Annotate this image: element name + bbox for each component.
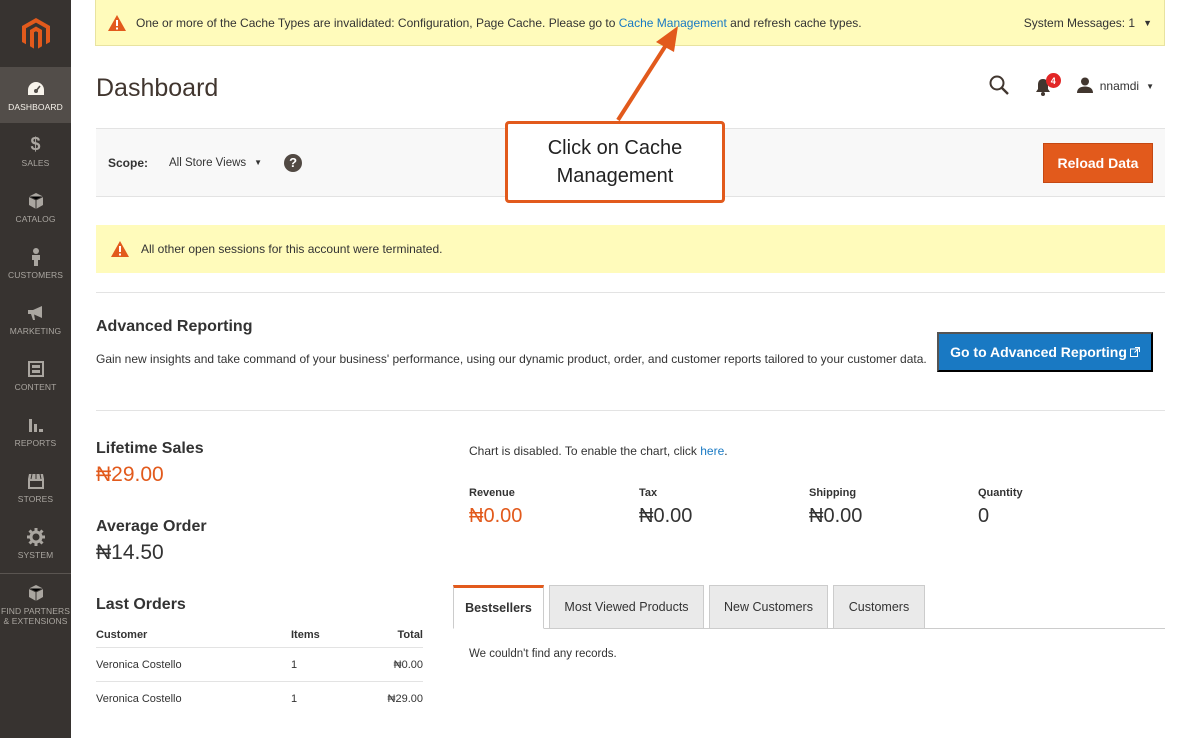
- bar-chart-icon: [28, 415, 44, 435]
- box-icon: [28, 191, 44, 211]
- user-menu[interactable]: nnamdi ▼: [1076, 77, 1154, 96]
- callout-line-1: Click on Cache: [547, 137, 683, 159]
- sidebar-item-label: Reports: [14, 437, 57, 448]
- metric-quantity: Quantity 0: [978, 487, 1023, 527]
- sidebar-item-catalog[interactable]: Catalog: [0, 179, 71, 235]
- tab-empty-message: We couldn't find any records.: [469, 648, 617, 660]
- magento-logo-icon: [21, 17, 50, 49]
- callout-line-2: Management: [556, 165, 674, 187]
- admin-sidebar: Dashboard $ Sales Catalog Customers Mark…: [0, 0, 71, 738]
- dashboard-tabs: Bestsellers Most Viewed Products New Cus…: [453, 585, 1165, 629]
- lifetime-sales-label: Lifetime Sales: [96, 440, 204, 457]
- warning-icon: [111, 241, 129, 257]
- enable-chart-link[interactable]: here: [700, 444, 724, 458]
- last-orders-label: Last Orders: [96, 596, 186, 613]
- divider: [96, 410, 1165, 411]
- user-icon: [1076, 77, 1093, 96]
- metric-revenue: Revenue ₦0.00: [469, 487, 523, 527]
- sidebar-item-label: Content: [14, 381, 57, 392]
- caret-down-icon: ▼: [1146, 81, 1154, 91]
- external-link-icon: [1129, 344, 1140, 360]
- table-header-row: Customer Items Total: [96, 622, 423, 648]
- advanced-reporting-description: Gain new insights and take command of yo…: [96, 352, 927, 366]
- average-order-value: ₦14.50: [96, 541, 164, 564]
- sidebar-item-label: Dashboard: [8, 101, 63, 112]
- column-header: Items: [291, 628, 320, 641]
- dollar-icon: $: [30, 134, 41, 154]
- sidebar-item-find-partners[interactable]: Find Partners & Extensions: [0, 576, 71, 632]
- sidebar-item-label: Stores: [17, 493, 54, 504]
- sidebar-item-content[interactable]: Content: [0, 347, 71, 403]
- order-items: 1: [291, 658, 298, 671]
- sidebar-item-label: Catalog: [15, 213, 56, 224]
- notification-count-badge: 4: [1045, 73, 1061, 88]
- caret-down-icon: ▼: [254, 158, 263, 167]
- search-icon[interactable]: [989, 75, 1011, 97]
- scope-label: Scope:: [108, 155, 149, 170]
- megaphone-icon: [27, 303, 45, 323]
- magento-logo[interactable]: [0, 0, 71, 67]
- sidebar-item-customers[interactable]: Customers: [0, 235, 71, 291]
- help-icon[interactable]: ?: [284, 153, 303, 172]
- warning-icon: [108, 14, 126, 31]
- sidebar-item-label: Customers: [7, 269, 64, 280]
- sidebar-item-dashboard[interactable]: Dashboard: [0, 67, 71, 123]
- order-customer: Veronica Costello: [96, 693, 182, 705]
- tab-new-customers[interactable]: New Customers: [709, 585, 828, 629]
- order-items: 1: [291, 693, 298, 705]
- sidebar-item-sales[interactable]: $ Sales: [0, 123, 71, 179]
- advanced-reporting-title: Advanced Reporting: [96, 318, 253, 335]
- page-title: Dashboard: [96, 74, 219, 102]
- sidebar-item-label: Find Partners & Extensions: [1, 605, 70, 626]
- metric-shipping: Shipping ₦0.00: [809, 487, 863, 527]
- table-row[interactable]: Veronica Costello 1 ₦0.00: [96, 648, 423, 682]
- content-icon: [27, 359, 44, 379]
- last-orders-table: Customer Items Total Veronica Costello 1…: [96, 622, 423, 716]
- annotation-callout: Click on Cache Management: [505, 121, 725, 203]
- person-icon: [30, 247, 42, 267]
- header-actions: 4 nnamdi ▼: [989, 73, 1154, 98]
- column-header: Customer: [96, 628, 148, 641]
- sidebar-item-label: Sales: [21, 157, 50, 168]
- gauge-icon: [27, 79, 45, 99]
- sidebar-item-label: System: [17, 549, 54, 560]
- divider: [96, 292, 1165, 293]
- extensions-icon: [28, 583, 44, 603]
- chart-disabled-message: Chart is disabled. To enable the chart, …: [469, 444, 728, 458]
- sidebar-item-label: Marketing: [9, 325, 62, 336]
- table-row[interactable]: Veronica Costello 1 ₦29.00: [96, 682, 423, 716]
- store-icon: [27, 471, 45, 491]
- column-header: Total: [397, 628, 423, 641]
- sidebar-divider: [0, 573, 71, 574]
- lifetime-sales-value: ₦29.00: [96, 463, 164, 486]
- order-customer: Veronica Costello: [96, 658, 182, 671]
- metric-tax: Tax ₦0.00: [639, 487, 693, 527]
- tab-most-viewed-products[interactable]: Most Viewed Products: [549, 585, 704, 629]
- average-order-label: Average Order: [96, 518, 207, 535]
- reload-data-button[interactable]: Reload Data: [1043, 143, 1153, 183]
- sidebar-item-stores[interactable]: Stores: [0, 459, 71, 515]
- system-messages-toggle[interactable]: System Messages: 1 ▼: [1024, 16, 1152, 30]
- sidebar-item-reports[interactable]: Reports: [0, 403, 71, 459]
- order-total: ₦0.00: [393, 658, 423, 671]
- system-message-text: One or more of the Cache Types are inval…: [136, 15, 862, 30]
- session-message: All other open sessions for this account…: [96, 225, 1165, 273]
- tab-bestsellers[interactable]: Bestsellers: [453, 585, 544, 629]
- notifications-button[interactable]: 4: [1035, 73, 1061, 97]
- gear-icon: [26, 527, 45, 547]
- sidebar-item-system[interactable]: System: [0, 515, 71, 571]
- sidebar-item-marketing[interactable]: Marketing: [0, 291, 71, 347]
- callout-arrow: [616, 26, 678, 122]
- tab-customers[interactable]: Customers: [833, 585, 925, 629]
- order-total: ₦29.00: [387, 693, 423, 705]
- store-view-switcher[interactable]: All Store Views ▼: [169, 157, 262, 169]
- go-to-advanced-reporting-button[interactable]: Go to Advanced Reporting: [937, 332, 1153, 372]
- username: nnamdi: [1099, 79, 1140, 93]
- caret-down-icon: ▼: [1143, 17, 1152, 28]
